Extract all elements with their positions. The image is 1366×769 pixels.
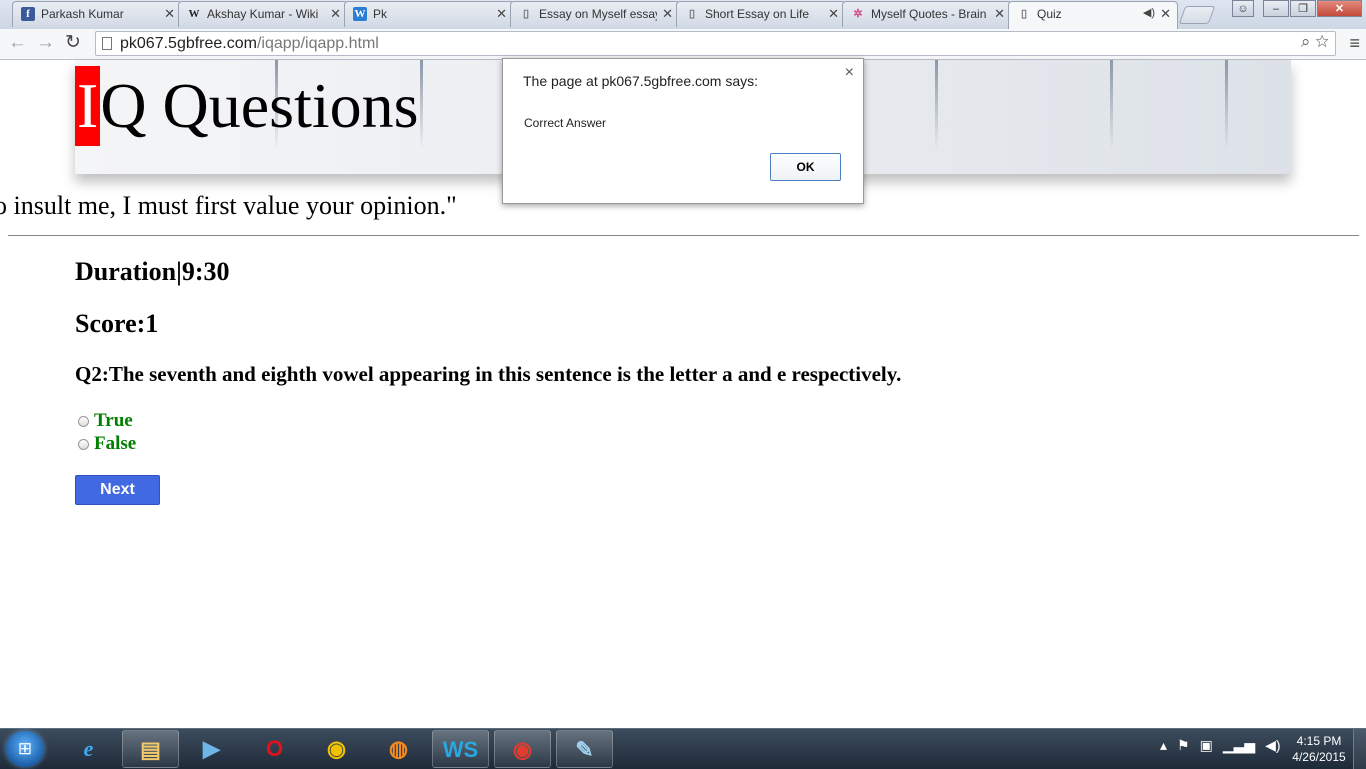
minimize-button[interactable]: –: [1263, 0, 1289, 17]
chrome-running-icon[interactable]: ◉: [494, 730, 551, 768]
option-true[interactable]: True: [78, 410, 133, 432]
tab-pk[interactable]: W Pk ✕: [344, 1, 514, 27]
next-button[interactable]: Next: [75, 475, 160, 505]
page-icon: ▯: [1020, 8, 1028, 20]
clock[interactable]: 4:15 PM 4/26/2015: [1284, 733, 1354, 765]
wikipedia-icon: W: [188, 8, 200, 20]
banner-decoration: [935, 60, 938, 150]
browser-toolbar: ← → ↻ pk067.5gbfree.com/iqapp/iqapp.html…: [0, 29, 1366, 60]
clock-time: 4:15 PM: [1296, 734, 1342, 748]
facebook-icon: f: [21, 7, 35, 21]
reload-icon[interactable]: ↻: [65, 32, 81, 54]
page-icon: ▯: [688, 8, 696, 20]
ok-button[interactable]: OK: [770, 153, 841, 181]
option-label: False: [94, 433, 137, 454]
tab-close-icon[interactable]: ✕: [994, 6, 1005, 22]
address-bar[interactable]: pk067.5gbfree.com/iqapp/iqapp.html ⌕ ☆: [95, 31, 1336, 56]
tab-close-icon[interactable]: ✕: [1160, 6, 1171, 22]
scrolling-quote: o insult me, I must first value your opi…: [0, 191, 457, 220]
pinwheel-icon: ✲: [853, 8, 863, 20]
tab-close-icon[interactable]: ✕: [164, 6, 175, 22]
tab-quiz[interactable]: ▯ Quiz ◀) ✕: [1008, 1, 1178, 29]
action-center-flag-icon[interactable]: ⚑: [1177, 737, 1190, 754]
url-text[interactable]: pk067.5gbfree.com/iqapp/iqapp.html: [120, 35, 379, 53]
radio-button[interactable]: [78, 438, 89, 450]
omnibox-icons: ⌕ ☆: [1301, 32, 1329, 52]
tab-close-icon[interactable]: ✕: [330, 6, 341, 22]
banner-decoration: [420, 60, 423, 150]
paint-icon[interactable]: ✎: [556, 730, 613, 768]
new-tab-button[interactable]: [1178, 6, 1216, 24]
radio-button[interactable]: [78, 415, 89, 427]
media-player-icon[interactable]: ▶: [183, 730, 240, 768]
tab-title: Essay on Myself essay: [539, 7, 657, 21]
search-icon[interactable]: ⌕: [1301, 32, 1311, 51]
page-icon: ▯: [522, 8, 530, 20]
tab-akshay-kumar[interactable]: W Akshay Kumar - Wiki ✕: [178, 1, 348, 27]
internet-explorer-icon[interactable]: e: [60, 730, 117, 768]
back-arrow-icon[interactable]: ←: [8, 32, 27, 54]
score: Score:1: [75, 309, 159, 338]
show-desktop-button[interactable]: [1353, 729, 1366, 769]
start-button[interactable]: ⊞: [6, 731, 44, 767]
option-label: True: [94, 410, 133, 431]
tab-title: Quiz: [1037, 7, 1062, 21]
star-icon[interactable]: ☆: [1315, 32, 1329, 51]
duration-timer: Duration|9:30: [75, 257, 230, 286]
close-icon[interactable]: ×: [845, 64, 854, 82]
divider: [8, 235, 1359, 236]
firefox-icon[interactable]: ◍: [370, 730, 427, 768]
network-icon[interactable]: ▁▃▅: [1223, 737, 1255, 754]
page-icon: [102, 37, 112, 50]
tab-myself-quotes[interactable]: ✲ Myself Quotes - Brain ✕: [842, 1, 1012, 27]
tab-essay-on-myself[interactable]: ▯ Essay on Myself essay ✕: [510, 1, 680, 27]
taskbar: ⊞ e ▤ ▶ O ◉ ◍ WS ◉ ✎ ▴ ⚑ ▣ ▁▃▅ ◀) 4:15 P…: [0, 728, 1366, 769]
chrome-icon[interactable]: ◉: [308, 730, 365, 768]
webstorm-icon[interactable]: WS: [432, 730, 489, 768]
maximize-button[interactable]: ❐: [1290, 0, 1316, 17]
banner-decoration: [1225, 60, 1228, 150]
option-false[interactable]: False: [78, 433, 136, 455]
close-window-button[interactable]: ✕: [1317, 0, 1362, 17]
dialog-message: Correct Answer: [524, 116, 607, 130]
site-icon: W: [353, 7, 367, 21]
clock-date: 4/26/2015: [1292, 750, 1346, 764]
tab-short-essay-on-life[interactable]: ▯ Short Essay on Life ✕: [676, 1, 846, 27]
volume-icon[interactable]: ◀): [1265, 737, 1280, 754]
tab-strip: f Parkash Kumar ✕ W Akshay Kumar - Wiki …: [0, 0, 1366, 29]
banner-decoration: [1110, 60, 1113, 150]
tab-close-icon[interactable]: ✕: [662, 6, 673, 22]
tab-parkash-kumar[interactable]: f Parkash Kumar ✕: [12, 1, 182, 27]
tab-title: Myself Quotes - Brain: [871, 7, 987, 21]
question-text: Q2:The seventh and eighth vowel appearin…: [75, 362, 902, 386]
tab-title: Pk: [373, 7, 388, 21]
window-controls: ☺ – ❐ ✕: [1231, 0, 1362, 18]
speaker-icon: ◀): [1142, 7, 1155, 19]
alert-dialog: The page at pk067.5gbfree.com says: × Co…: [502, 58, 864, 204]
device-icon[interactable]: ▣: [1200, 737, 1213, 754]
file-explorer-icon[interactable]: ▤: [122, 730, 179, 768]
tab-close-icon[interactable]: ✕: [828, 6, 839, 22]
tab-title: Short Essay on Life: [705, 7, 810, 21]
system-tray: ▴ ⚑ ▣ ▁▃▅ ◀): [1160, 737, 1281, 754]
forward-arrow-icon[interactable]: →: [36, 32, 55, 54]
dialog-title: The page at pk067.5gbfree.com says:: [523, 73, 759, 89]
menu-icon[interactable]: ≡: [1349, 33, 1360, 54]
tab-title: Akshay Kumar - Wiki: [207, 7, 319, 21]
user-icon[interactable]: ☺: [1232, 0, 1254, 17]
tab-close-icon[interactable]: ✕: [496, 6, 507, 22]
tab-title: Parkash Kumar: [41, 7, 124, 21]
site-title: IQ Questions: [75, 66, 419, 146]
opera-icon[interactable]: O: [246, 730, 303, 768]
tray-expand-icon[interactable]: ▴: [1160, 737, 1167, 754]
